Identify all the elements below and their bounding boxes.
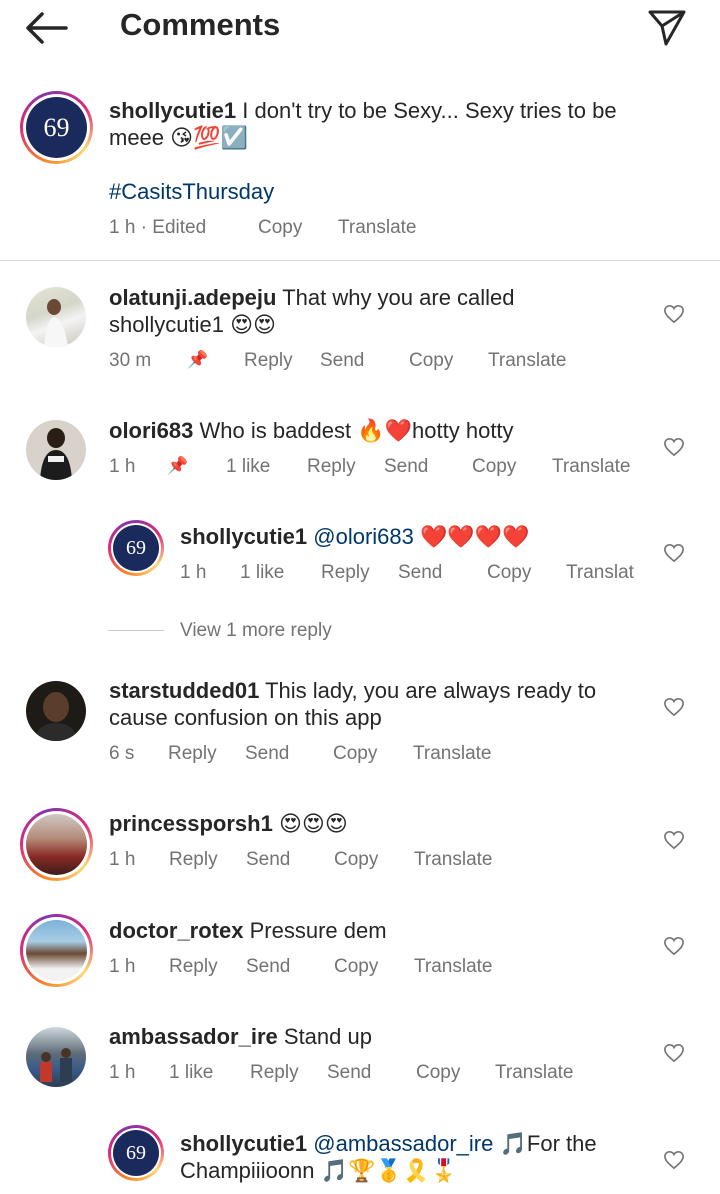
- heart-icon[interactable]: [663, 1043, 685, 1063]
- translate-button[interactable]: Translate: [338, 217, 417, 239]
- comment-text: doctor_rotex Pressure dem: [109, 918, 387, 943]
- likes-count[interactable]: 1 like: [240, 562, 284, 584]
- caption-meta: 1 h · Edited Copy Translate: [109, 217, 509, 241]
- reply-button[interactable]: Reply: [250, 1062, 299, 1084]
- translate-button[interactable]: Translate: [495, 1062, 574, 1084]
- comment-meta: 1 h Reply Send Copy Translate: [109, 849, 493, 871]
- send-button[interactable]: Send: [246, 849, 290, 871]
- avatar[interactable]: [26, 420, 86, 480]
- comment-text: olatunji.adepeju That why you are called…: [109, 285, 515, 337]
- caption-time: 1 h · Edited: [109, 217, 207, 238]
- caption-username[interactable]: shollycutie1: [109, 98, 236, 123]
- reply-button[interactable]: Reply: [168, 743, 217, 765]
- person-photo: [26, 920, 87, 981]
- copy-button[interactable]: Copy: [258, 217, 302, 239]
- page-title: Comments: [120, 7, 281, 42]
- copy-button[interactable]: Copy: [487, 562, 531, 584]
- copy-button[interactable]: Copy: [416, 1062, 460, 1084]
- comment-username[interactable]: olori683: [109, 418, 193, 443]
- translate-button[interactable]: Translate: [488, 350, 567, 372]
- pin-icon: 📌: [187, 350, 209, 369]
- reply-avatar[interactable]: 69: [108, 520, 164, 576]
- comment-meta: 30 m 📌 Reply Send Copy Translate: [109, 350, 567, 372]
- comment-username[interactable]: olatunji.adepeju: [109, 285, 276, 310]
- comment-text: princessporsh1 😍😍😍: [109, 811, 348, 836]
- comment-username[interactable]: princessporsh1: [109, 811, 273, 836]
- heart-icon[interactable]: [663, 830, 685, 850]
- comment-meta: 1 h 1 like Reply Send Copy Translat: [180, 562, 634, 584]
- send-button[interactable]: Send: [320, 350, 364, 372]
- comment-username[interactable]: ambassador_ire: [109, 1024, 278, 1049]
- header: Comments: [0, 0, 720, 54]
- avatar[interactable]: [26, 681, 86, 741]
- person-silhouette-icon: [40, 1048, 72, 1082]
- send-button[interactable]: Send: [327, 1062, 371, 1084]
- reply-text: shollycutie1 @olori683 ❤️❤️❤️❤️: [180, 524, 530, 549]
- translate-button[interactable]: Translate: [552, 456, 631, 478]
- pin-icon: 📌: [167, 456, 189, 475]
- avatar[interactable]: [20, 914, 93, 987]
- view-more-replies[interactable]: View 1 more reply: [180, 620, 332, 642]
- heart-icon[interactable]: [663, 304, 685, 324]
- likes-count[interactable]: 1 like: [169, 1062, 213, 1084]
- comment-username[interactable]: doctor_rotex: [109, 918, 243, 943]
- divider: [108, 630, 164, 631]
- comment-username[interactable]: shollycutie1: [180, 1131, 307, 1156]
- send-button[interactable]: Send: [246, 956, 290, 978]
- comment-meta: 1 h Reply Send Copy Translate: [109, 956, 493, 978]
- likes-count[interactable]: 1 like: [226, 456, 270, 478]
- send-button[interactable]: Send: [398, 562, 442, 584]
- reply-button[interactable]: Reply: [169, 956, 218, 978]
- avatar[interactable]: [26, 287, 86, 347]
- comment-username[interactable]: shollycutie1: [180, 524, 307, 549]
- heart-icon[interactable]: [663, 1150, 685, 1170]
- caption-hashtag[interactable]: #CasitsThursday: [109, 179, 274, 205]
- translate-button[interactable]: Translate: [414, 956, 493, 978]
- heart-icon[interactable]: [663, 936, 685, 956]
- send-button[interactable]: Send: [245, 743, 289, 765]
- reply-button[interactable]: Reply: [321, 562, 370, 584]
- reply-button[interactable]: Reply: [307, 456, 356, 478]
- translate-button[interactable]: Translate: [414, 849, 493, 871]
- caption-text: shollycutie1 I don't try to be Sexy... S…: [109, 98, 617, 150]
- heart-icon[interactable]: [663, 697, 685, 717]
- comment-username[interactable]: starstudded01: [109, 678, 259, 703]
- person-silhouette-icon: [34, 692, 78, 741]
- translate-button[interactable]: Translat: [566, 562, 634, 584]
- person-silhouette-icon: [44, 299, 68, 347]
- heart-icon[interactable]: [663, 437, 685, 457]
- copy-button[interactable]: Copy: [333, 743, 377, 765]
- copy-button[interactable]: Copy: [409, 350, 453, 372]
- comment-meta: 6 s Reply Send Copy Translate: [109, 743, 492, 765]
- comment-meta: 1 h 📌 1 like Reply Send Copy Translate: [109, 456, 631, 478]
- comment-text: ambassador_ire Stand up: [109, 1024, 372, 1049]
- send-button[interactable]: Send: [384, 456, 428, 478]
- avatar[interactable]: [26, 1027, 86, 1087]
- caption-avatar[interactable]: 69: [20, 91, 93, 164]
- back-button[interactable]: [22, 8, 72, 48]
- translate-button[interactable]: Translate: [413, 743, 492, 765]
- person-photo: [26, 814, 87, 875]
- copy-button[interactable]: Copy: [334, 849, 378, 871]
- person-silhouette-icon: [40, 428, 72, 480]
- copy-button[interactable]: Copy: [472, 456, 516, 478]
- mention-link[interactable]: @ambassador_ire: [313, 1131, 493, 1156]
- reply-avatar[interactable]: 69: [108, 1125, 164, 1181]
- reply-text: shollycutie1 @ambassador_ire 🎵For the Ch…: [180, 1131, 597, 1183]
- back-arrow-icon: [26, 12, 68, 44]
- heart-icon[interactable]: [663, 543, 685, 563]
- divider: [0, 260, 720, 261]
- reply-button[interactable]: Reply: [244, 350, 293, 372]
- mention-link[interactable]: @olori683: [313, 524, 414, 549]
- avatar[interactable]: [20, 808, 93, 881]
- reply-button[interactable]: Reply: [169, 849, 218, 871]
- copy-button[interactable]: Copy: [334, 956, 378, 978]
- direct-send-icon: [648, 10, 686, 46]
- share-button[interactable]: [644, 6, 690, 48]
- comment-text: olori683 Who is baddest 🔥❤️hotty hotty: [109, 418, 514, 443]
- comment-text: starstudded01 This lady, you are always …: [109, 678, 597, 730]
- comment-meta: 1 h 1 like Reply Send Copy Translate: [109, 1062, 574, 1084]
